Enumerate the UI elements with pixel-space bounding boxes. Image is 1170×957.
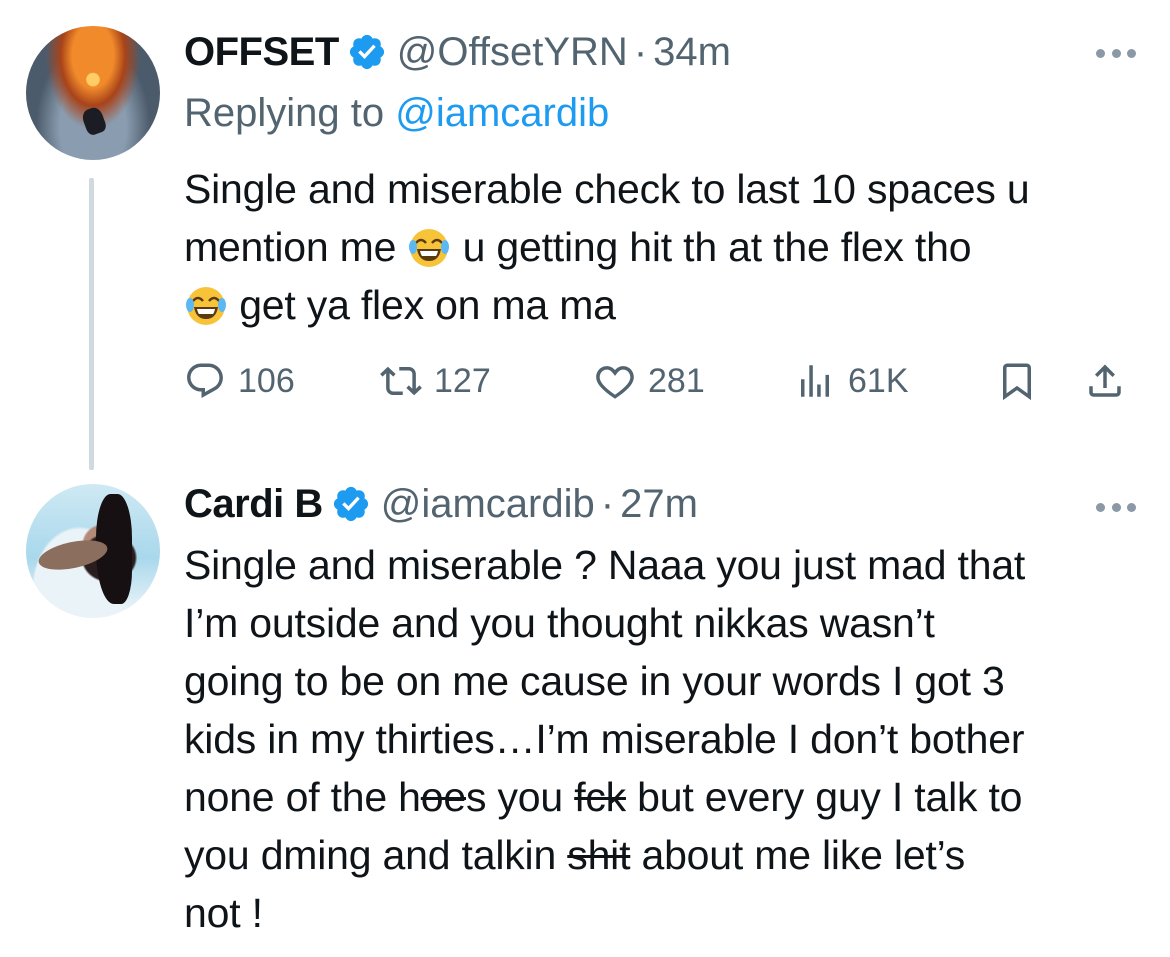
face-with-tears-of-joy-icon — [186, 287, 226, 325]
tweet-timestamp[interactable]: 27m — [620, 480, 698, 528]
struck-text: fck — [574, 774, 626, 820]
replying-to-label: Replying to — [184, 91, 396, 135]
text-fragment: s you — [466, 774, 575, 820]
tweet-text-line: none of the hoes you fck but every guy I… — [184, 768, 1144, 826]
tweet-timestamp[interactable]: 34m — [653, 28, 731, 76]
tweet-offset[interactable]: OFFSET @OffsetYRN · 34m Replying to @iam… — [0, 0, 1170, 470]
bookmark-icon — [1003, 363, 1031, 401]
struck-text: oe — [420, 774, 466, 820]
retweet-icon — [380, 366, 422, 396]
tweet-text-line: you dming and talkin shit about me like … — [184, 826, 1144, 884]
reply-count: 106 — [238, 361, 295, 400]
tweet-header: OFFSET @OffsetYRN · 34m — [184, 28, 731, 76]
tweet-text-line: get ya flex on ma ma — [184, 276, 1144, 334]
face-with-tears-of-joy-icon — [409, 229, 450, 267]
share-icon — [1089, 364, 1121, 397]
verified-badge-icon — [333, 486, 368, 522]
text-fragment: about me like let’s — [630, 832, 966, 878]
views-count: 61K — [848, 361, 909, 400]
text-fragment: u getting hit th at the flex tho — [451, 224, 972, 270]
tweet-text-line: going to be on me cause in your words I … — [184, 658, 1005, 704]
tweet-actions: 106 127 281 61K — [184, 356, 1144, 406]
struck-text: shit — [567, 832, 631, 878]
retweet-button[interactable]: 127 — [380, 356, 491, 406]
avatar-cardi-b[interactable] — [26, 484, 160, 618]
more-options-icon[interactable] — [1096, 46, 1136, 60]
bookmark-button[interactable] — [996, 356, 1038, 406]
replying-to-mention[interactable]: @iamcardib — [395, 91, 609, 135]
tweet-text-line: kids in my thirties…I’m miserable I don’… — [184, 716, 1025, 762]
tweet-text-line: Single and miserable check to last 10 sp… — [184, 166, 1030, 212]
text-fragment: get ya flex on ma ma — [228, 282, 616, 328]
tweet-text-line: not ! — [184, 890, 263, 936]
display-name[interactable]: OFFSET — [184, 28, 339, 76]
share-button[interactable] — [1084, 356, 1126, 406]
views-icon — [801, 365, 829, 397]
tweet-text-line: I’m outside and you thought nikkas wasn’… — [184, 600, 935, 646]
verified-badge-icon — [349, 34, 384, 70]
text-fragment: but every guy I talk to — [625, 774, 1023, 820]
text-fragment: mention me — [184, 224, 408, 270]
more-options-icon[interactable] — [1096, 500, 1136, 514]
views-button[interactable]: 61K — [794, 356, 909, 406]
replying-to: Replying to @iamcardib — [184, 88, 609, 138]
user-handle[interactable]: @iamcardib — [381, 480, 595, 528]
like-icon — [596, 366, 634, 399]
tweet-text-line: mention me u getting hit th at the flex … — [184, 218, 1144, 276]
avatar-offset[interactable] — [26, 26, 160, 160]
like-count: 281 — [648, 361, 705, 400]
text-fragment: you dming and talkin — [184, 832, 568, 878]
display-name[interactable]: Cardi B — [184, 480, 323, 528]
tweet-text: Single and miserable check to last 10 sp… — [184, 160, 1144, 334]
tweet-header: Cardi B @iamcardib · 27m — [184, 480, 698, 528]
retweet-count: 127 — [434, 361, 491, 400]
like-button[interactable]: 281 — [594, 356, 705, 406]
tweet-text: Single and miserable ? Naaa you just mad… — [184, 536, 1144, 942]
thread-connector-line — [89, 178, 94, 470]
separator-dot: · — [600, 482, 615, 526]
tweet-text-line: Single and miserable ? Naaa you just mad… — [184, 542, 1026, 588]
reply-icon — [187, 363, 223, 398]
separator-dot: · — [633, 30, 648, 74]
text-fragment: none of the h — [184, 774, 421, 820]
user-handle[interactable]: @OffsetYRN — [397, 28, 628, 76]
reply-button[interactable]: 106 — [184, 356, 295, 406]
